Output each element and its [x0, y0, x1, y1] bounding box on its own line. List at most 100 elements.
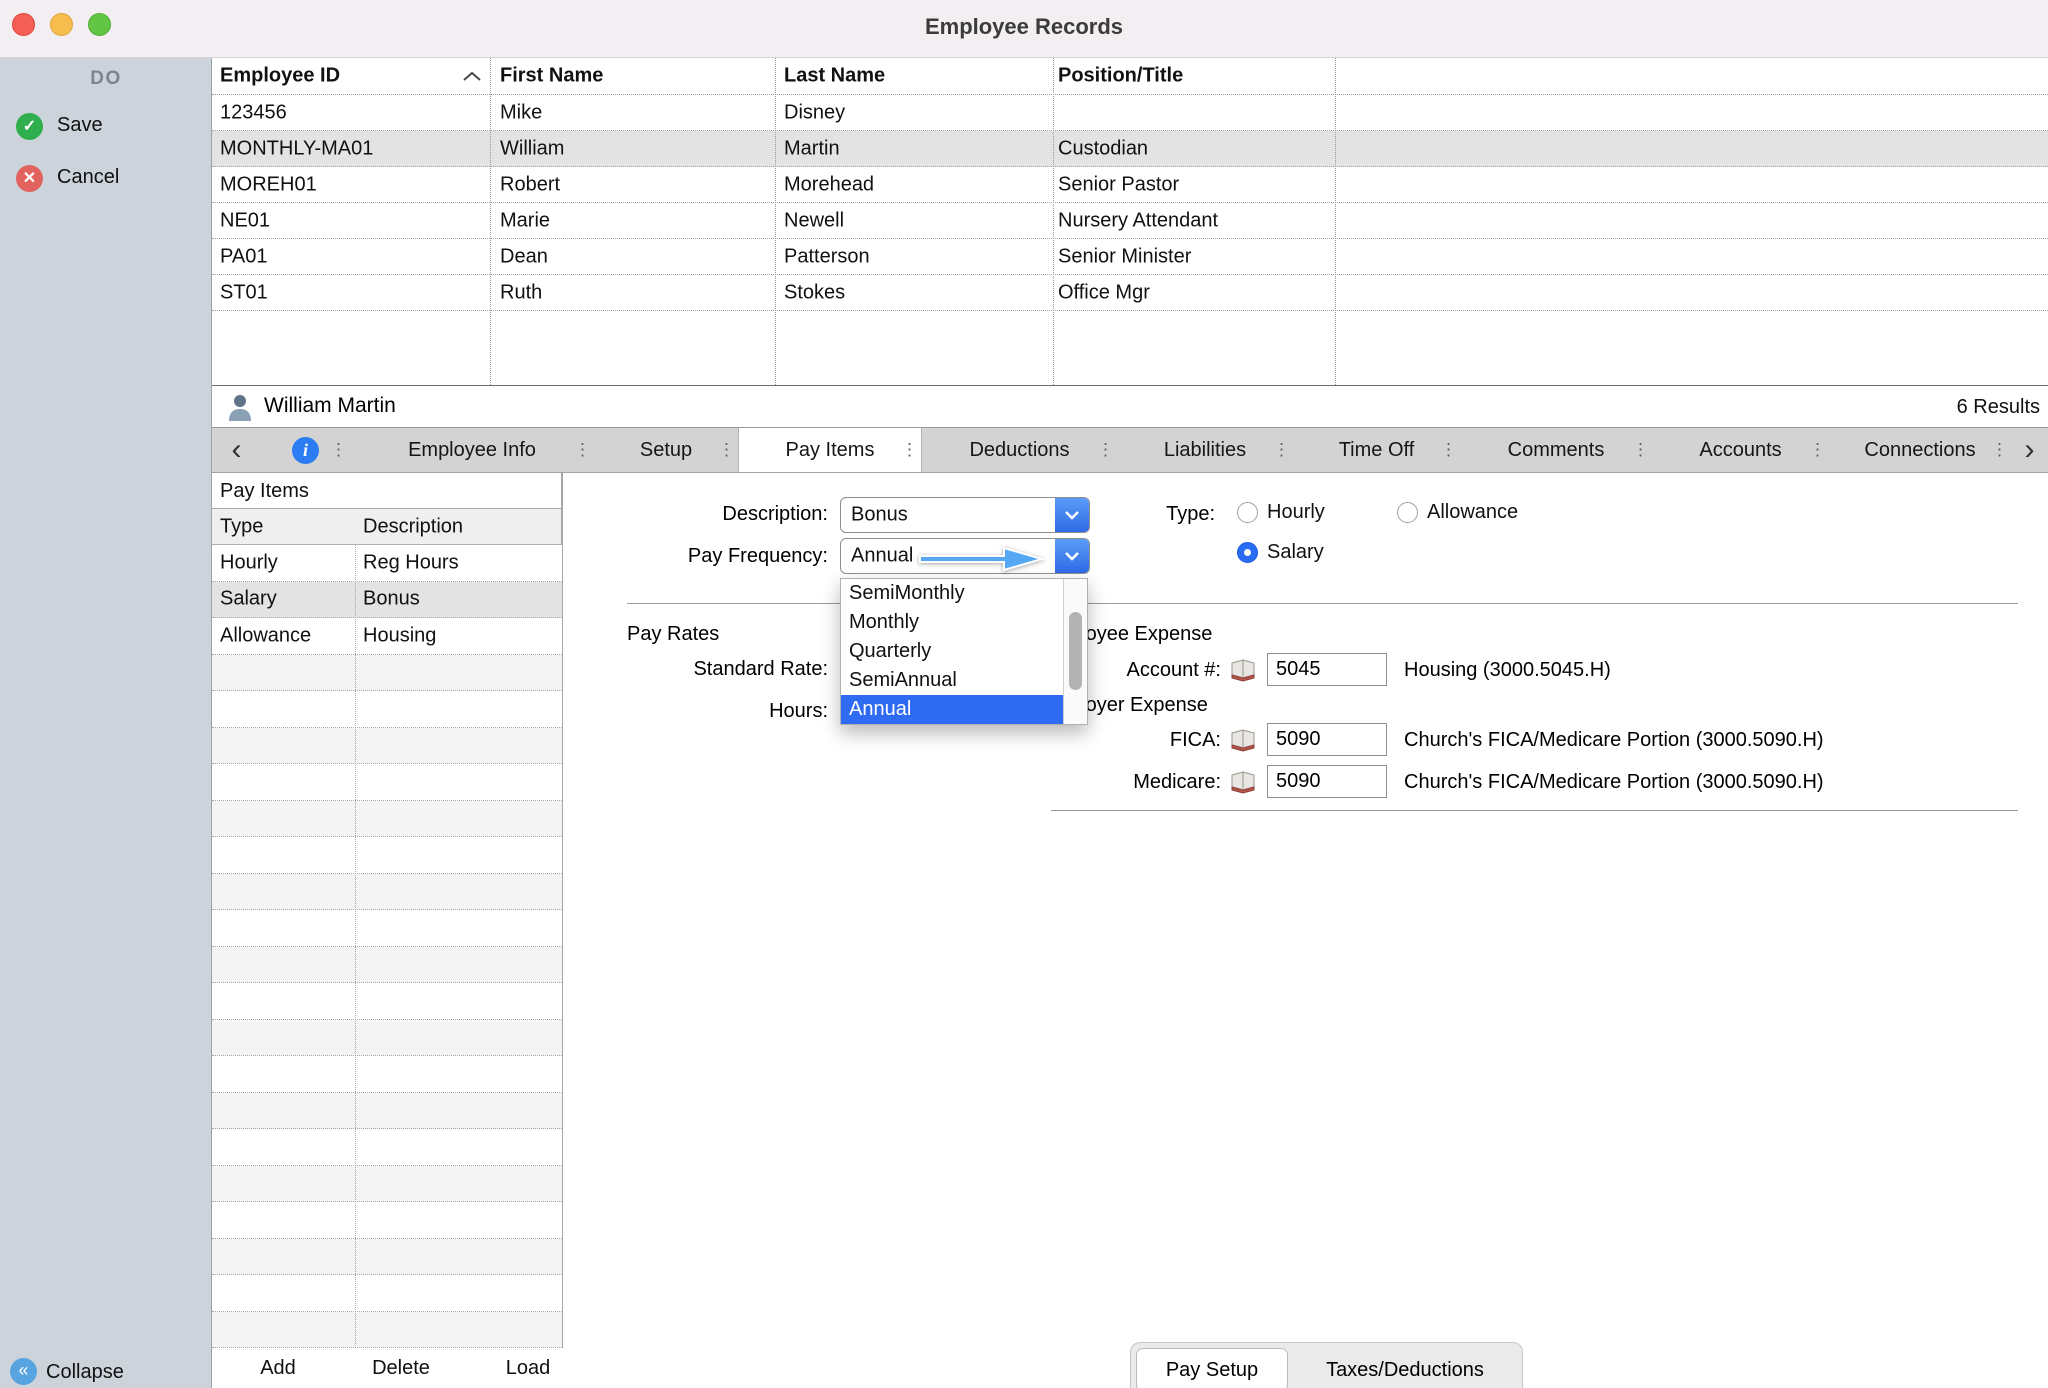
- tab-divider-dots: ⋮: [330, 440, 347, 460]
- account-lookup-icon[interactable]: [1228, 769, 1258, 795]
- pay-item-row-empty[interactable]: [212, 1239, 562, 1276]
- pay-item-row-empty[interactable]: [212, 728, 562, 765]
- pay-item-row-empty[interactable]: [212, 764, 562, 801]
- tab-scroll-right-icon[interactable]: ›: [2011, 428, 2048, 472]
- radio-circle-icon: [1237, 542, 1258, 563]
- employee-table: Employee ID First Name Last Name Position/T…: [212, 58, 2048, 385]
- menu-option-monthly[interactable]: Monthly: [841, 608, 1063, 637]
- cancel-button[interactable]: ✕ Cancel: [0, 162, 212, 196]
- pay-item-row-empty[interactable]: [212, 983, 562, 1020]
- employee-cell: Dean: [500, 245, 548, 268]
- pointer-arrow-icon: [918, 545, 1046, 573]
- medicare-account-field[interactable]: [1267, 765, 1387, 798]
- employee-cell: Office Mgr: [1058, 281, 1150, 304]
- bottom-tab-taxes-deductions[interactable]: Taxes/Deductions: [1288, 1359, 1522, 1382]
- pay-frequency-value: Annual: [851, 545, 913, 568]
- employee-cell: William: [500, 137, 564, 160]
- tab-accounts[interactable]: Accounts⋮: [1652, 428, 1829, 472]
- employee-table-body: 123456MikeDisneyMONTHLY-MA01WilliamMarti…: [212, 95, 2048, 311]
- tab-label: Deductions: [969, 439, 1069, 462]
- pay-item-description: Bonus: [363, 588, 420, 611]
- account-lookup-icon[interactable]: [1228, 657, 1258, 683]
- add-button[interactable]: Add: [260, 1357, 296, 1380]
- dropdown-chevron-icon[interactable]: [1055, 539, 1089, 573]
- pay-item-row-empty[interactable]: [212, 1093, 562, 1130]
- employee-cell: Senior Minister: [1058, 245, 1191, 268]
- pay-item-row-empty[interactable]: [212, 910, 562, 947]
- description-dropdown[interactable]: Bonus: [840, 497, 1090, 533]
- tab-label: Liabilities: [1164, 439, 1246, 462]
- menu-option-semiannual[interactable]: SemiAnnual: [841, 666, 1063, 695]
- employee-cell: MONTHLY-MA01: [220, 137, 373, 160]
- tab-comments[interactable]: Comments⋮: [1460, 428, 1652, 472]
- tab-connections[interactable]: Connections⋮: [1829, 428, 2011, 472]
- employee-cell: MOREH01: [220, 173, 317, 196]
- tab-divider-dots: ⋮: [1273, 440, 1290, 460]
- pay-item-row-empty[interactable]: [212, 801, 562, 838]
- tab-time-off[interactable]: Time Off ⋮: [1293, 428, 1460, 472]
- menu-scrollbar[interactable]: [1063, 579, 1087, 724]
- column-header-employee-id[interactable]: Employee ID: [220, 65, 340, 88]
- save-button[interactable]: ✓ Save: [0, 110, 212, 144]
- pay-item-row-empty[interactable]: [212, 1056, 562, 1093]
- column-header-first-name[interactable]: First Name: [500, 65, 603, 88]
- employee-row[interactable]: PA01DeanPattersonSenior Minister: [212, 239, 2048, 275]
- pay-item-row-empty[interactable]: [212, 837, 562, 874]
- fica-description: Church's FICA/Medicare Portion (3000.509…: [1404, 729, 1824, 752]
- employee-row[interactable]: NE01MarieNewellNursery Attendant: [212, 203, 2048, 239]
- bottom-tab-pay-setup[interactable]: Pay Setup: [1136, 1348, 1288, 1388]
- menu-scrollbar-thumb[interactable]: [1069, 612, 1082, 690]
- radio-circle-icon: [1397, 502, 1418, 523]
- pay-item-row[interactable]: HourlyReg Hours: [212, 545, 562, 582]
- pay-item-row-empty[interactable]: [212, 1202, 562, 1239]
- column-header-type[interactable]: Type: [220, 515, 263, 538]
- employee-row[interactable]: MONTHLY-MA01WilliamMartinCustodian: [212, 131, 2048, 167]
- employee-row[interactable]: ST01RuthStokesOffice Mgr: [212, 275, 2048, 311]
- tab-setup[interactable]: Setup⋮: [594, 428, 738, 472]
- pay-item-row-empty[interactable]: [212, 874, 562, 911]
- tab-divider-dots: ⋮: [718, 440, 735, 460]
- column-header-description[interactable]: Description: [363, 515, 463, 538]
- delete-button[interactable]: Delete: [372, 1357, 430, 1380]
- menu-option-semimonthly[interactable]: SemiMonthly: [841, 579, 1063, 608]
- tab-employee-info[interactable]: Employee Info⋮: [350, 428, 594, 472]
- column-header-last-name[interactable]: Last Name: [784, 65, 885, 88]
- record-bar: William Martin 6 Results: [212, 385, 2048, 428]
- cancel-label: Cancel: [57, 166, 119, 189]
- column-header-position-title[interactable]: Position/Title: [1058, 65, 1183, 88]
- dropdown-chevron-icon[interactable]: [1055, 498, 1089, 532]
- tab-label: Time Off: [1339, 439, 1415, 462]
- hours-label: Hours:: [769, 700, 828, 723]
- employee-row[interactable]: MOREH01RobertMoreheadSenior Pastor: [212, 167, 2048, 203]
- pay-item-row-empty[interactable]: [212, 655, 562, 692]
- description-value: Bonus: [851, 504, 908, 527]
- employee-cell: NE01: [220, 209, 270, 232]
- info-tab[interactable]: i ⋮: [261, 428, 350, 472]
- pay-item-row[interactable]: Salary Bonus: [212, 582, 562, 619]
- pay-item-row[interactable]: AllowanceHousing: [212, 618, 562, 655]
- account-lookup-icon[interactable]: [1228, 727, 1258, 753]
- tab-pay-items[interactable]: Pay Items⋮: [738, 428, 922, 472]
- tab-deductions[interactable]: Deductions⋮: [922, 428, 1117, 472]
- pay-item-row-empty[interactable]: [212, 947, 562, 984]
- sort-ascending-icon[interactable]: [462, 70, 482, 82]
- menu-option-annual[interactable]: Annual: [841, 695, 1063, 724]
- tab-scroll-left-icon[interactable]: ‹: [212, 428, 261, 472]
- tab-divider-dots: ⋮: [1440, 440, 1457, 460]
- employee-row[interactable]: 123456MikeDisney: [212, 95, 2048, 131]
- pay-item-row-empty[interactable]: [212, 1166, 562, 1203]
- collapse-button[interactable]: « Collapse: [0, 1354, 212, 1388]
- pay-item-type: Salary: [220, 588, 277, 611]
- tab-liabilities[interactable]: Liabilities ⋮: [1117, 428, 1293, 472]
- info-icon: i: [292, 437, 319, 464]
- pay-item-row-empty[interactable]: [212, 1129, 562, 1166]
- pay-item-row-empty[interactable]: [212, 1312, 562, 1349]
- employee-table-header: Employee ID First Name Last Name Position/T…: [212, 58, 2048, 95]
- fica-account-field[interactable]: [1267, 723, 1387, 756]
- pay-item-row-empty[interactable]: [212, 1020, 562, 1057]
- menu-option-quarterly[interactable]: Quarterly: [841, 637, 1063, 666]
- account-number-field[interactable]: [1267, 653, 1387, 686]
- pay-item-row-empty[interactable]: [212, 1275, 562, 1312]
- load-button[interactable]: Load: [506, 1357, 551, 1380]
- pay-item-row-empty[interactable]: [212, 691, 562, 728]
